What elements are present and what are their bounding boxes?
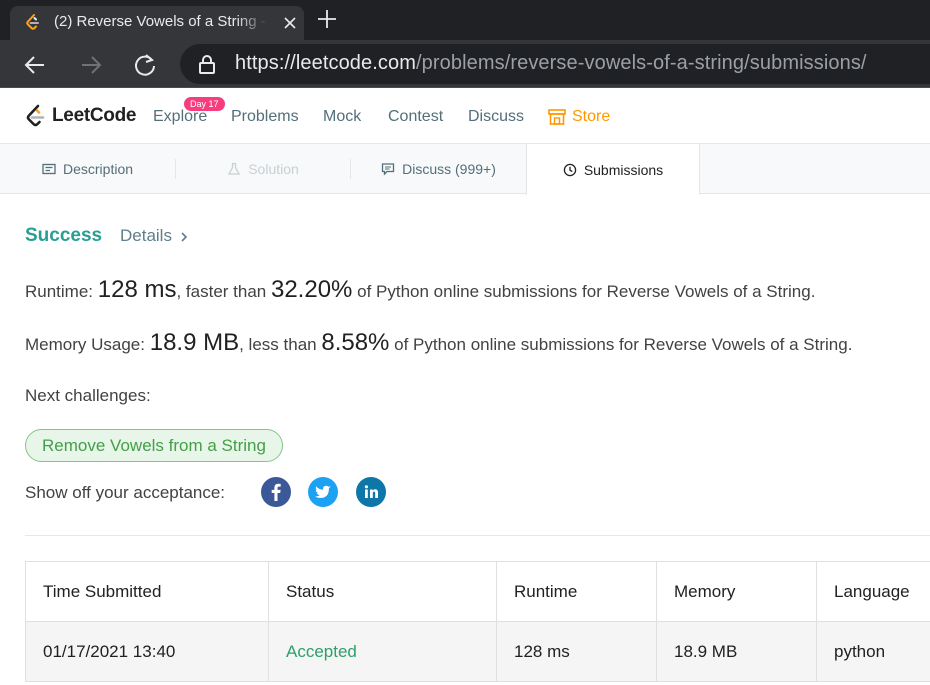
new-tab-plus-icon[interactable] [316,8,338,30]
cell-memory: 18.9 MB [657,622,817,682]
nav-problems[interactable]: Problems [231,108,299,126]
problem-tabs: Description Solution Discuss (999+) Subm… [0,144,930,195]
submission-status: Success [25,225,103,246]
address-bar[interactable]: https://leetcode.com/problems/reverse-vo… [180,44,930,84]
runtime-stat: Runtime: 128 ms, faster than 32.20% of P… [25,276,815,304]
memory-value: 18.9 MB [149,329,240,356]
facebook-icon [261,477,291,507]
runtime-label: Runtime: [25,282,94,301]
linkedin-share-button[interactable] [356,477,386,507]
runtime-suffix: of Python online submissions for Reverse… [357,282,816,301]
tab-description[interactable]: Description [0,144,175,194]
leetcode-logo-icon[interactable] [24,104,48,130]
facebook-share-button[interactable] [261,477,291,507]
column-header-language: Language [834,582,910,601]
runtime-value: 128 ms [97,276,177,303]
column-header-memory: Memory [657,562,817,622]
cell-time-submitted: 01/17/2021 13:40 [26,622,269,682]
day-badge: Day 17 [184,97,225,111]
next-challenge-button[interactable]: Remove Vowels from a String [25,429,283,462]
runtime-percent: 32.20% [270,276,353,303]
store-icon [548,109,566,125]
twitter-icon [308,477,338,507]
nav-mock[interactable]: Mock [323,108,361,126]
memory-label: Memory Usage: [25,335,145,354]
cell-language: python [834,642,886,661]
site-header: LeetCode Explore Day 17 Problems Mock Co… [0,88,930,144]
details-link[interactable]: Details [120,226,172,246]
tab-discuss[interactable]: Discuss (999+) [351,144,526,194]
memory-comparison: , less than [239,335,317,354]
back-arrow-icon[interactable] [22,52,48,78]
nav-contest[interactable]: Contest [388,108,443,126]
chevron-right-icon[interactable] [178,230,190,244]
description-icon [42,163,56,175]
runtime-comparison: , faster than [176,282,267,301]
memory-suffix: of Python online submissions for Reverse… [394,335,853,354]
browser-tab[interactable]: (2) Reverse Vowels of a String - LeetCod… [10,6,304,40]
submissions-table: Time Submitted Status Runtime Memory Lan… [25,561,930,682]
next-challenges-label: Next challenges: [25,386,151,405]
comment-icon [381,163,395,176]
browser-toolbar: https://leetcode.com/problems/reverse-vo… [0,40,930,88]
tab-submissions[interactable]: Submissions [526,144,700,195]
linkedin-icon [356,477,386,507]
table-row: 01/17/2021 13:40 Accepted 128 ms 18.9 MB… [26,622,930,682]
memory-stat: Memory Usage: 18.9 MB, less than 8.58% o… [25,329,852,357]
clock-icon [563,163,577,176]
column-header-time: Time Submitted [26,562,269,622]
memory-percent: 8.58% [321,329,390,356]
section-divider [25,535,930,536]
close-icon[interactable] [282,15,298,31]
flask-icon [228,162,241,175]
browser-tab-title: (2) Reverse Vowels of a String - LeetCod… [54,13,268,30]
tab-solution: Solution [176,144,350,194]
logo-text[interactable]: LeetCode [52,105,136,127]
url-text: https://leetcode.com/problems/reverse-vo… [235,52,867,74]
column-header-runtime: Runtime [497,562,657,622]
reload-icon[interactable] [132,52,158,78]
cell-runtime: 128 ms [497,622,657,682]
nav-store[interactable]: Store [572,108,610,126]
share-label: Show off your acceptance: [25,483,226,502]
column-header-status: Status [269,562,497,622]
browser-tab-bar: (2) Reverse Vowels of a String - LeetCod… [0,0,930,40]
cell-status-link[interactable]: Accepted [269,622,497,682]
lock-icon [199,55,215,74]
table-header-row: Time Submitted Status Runtime Memory Lan… [26,562,930,622]
forward-arrow-icon[interactable] [78,52,104,78]
twitter-share-button[interactable] [308,477,338,507]
leetcode-favicon-icon [26,14,39,30]
nav-discuss[interactable]: Discuss [468,108,524,126]
